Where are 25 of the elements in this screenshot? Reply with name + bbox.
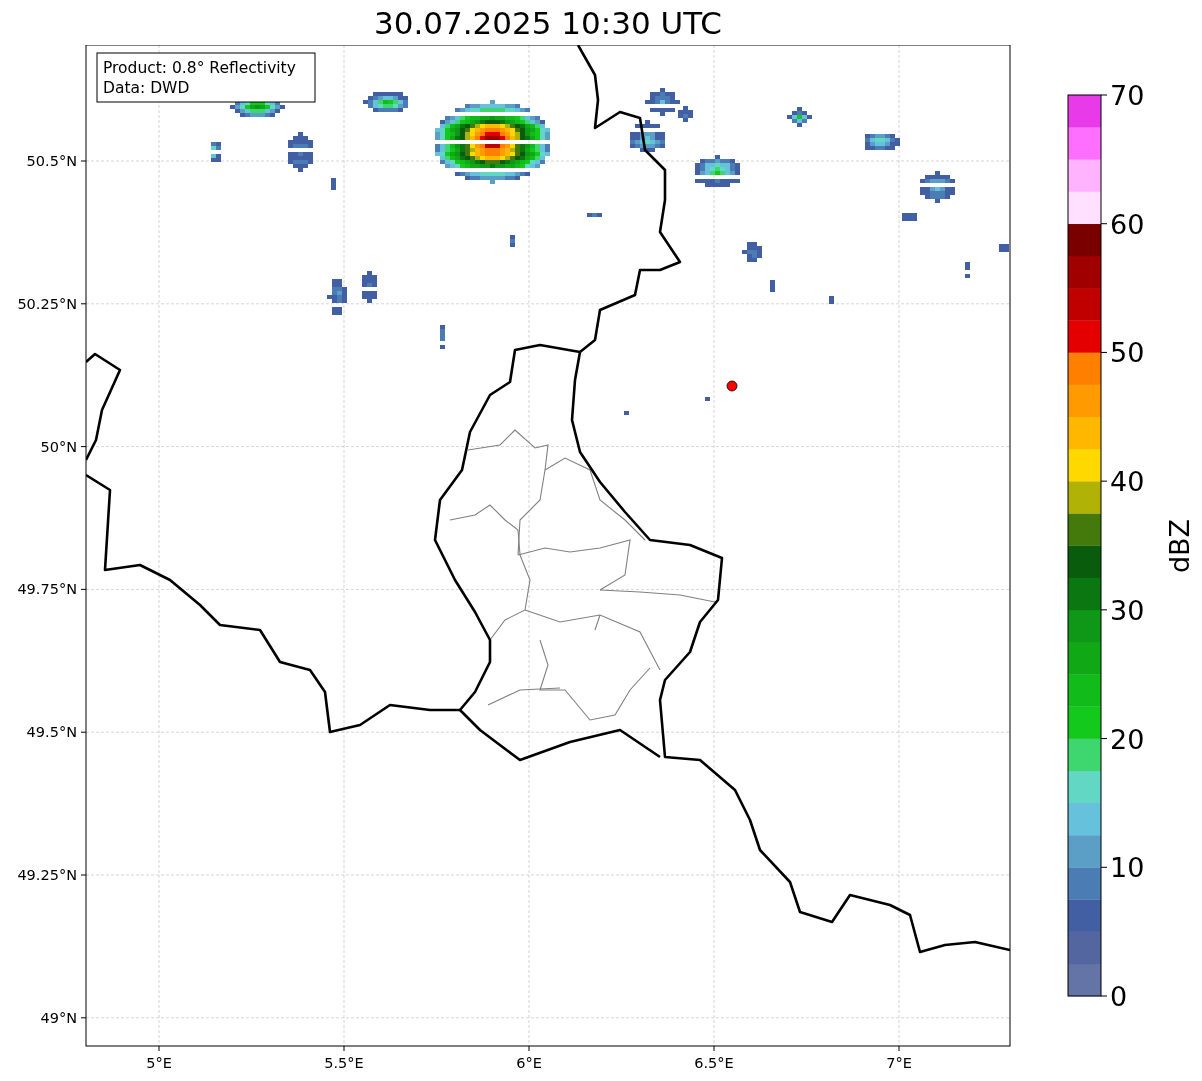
longitude-label: 6.5°E (694, 1055, 734, 1071)
color-bar-tick-label: 20 (1110, 723, 1145, 755)
color-bar-tick-label: 60 (1110, 208, 1145, 240)
location-marker-icon (726, 380, 738, 392)
longitude-label: 6°E (516, 1055, 542, 1071)
color-bar-tick-label: 50 (1110, 337, 1145, 369)
longitude-label: 5°E (146, 1055, 172, 1071)
longitude-label: 7°E (886, 1055, 912, 1071)
latitude-label: 49.25°N (17, 867, 77, 883)
latitude-label: 50.25°N (17, 295, 77, 312)
latitude-label: 50.5°N (26, 153, 77, 169)
color-bar-tick-label: 30 (1110, 594, 1145, 626)
latitude-label: 49.75°N (17, 581, 77, 598)
info-text: Data: DWD (103, 79, 190, 97)
color-bar-tick-label: 40 (1110, 466, 1145, 498)
latitude-label: 49.5°N (26, 724, 77, 741)
latitude-label: 49°N (40, 1009, 77, 1026)
chart-title: 30.07.2025 10:30 UTC (373, 3, 723, 43)
latitude-label: 50°N (40, 438, 77, 455)
color-bar-tick-label: 70 (1110, 80, 1145, 111)
longitude-label: 5.5°E (324, 1055, 364, 1071)
color-bar-tick-label: 0 (1110, 981, 1128, 1012)
color-bar-label: dBZ (1164, 518, 1195, 574)
info-text: Product: 0.8° Reflectivity (103, 59, 296, 77)
color-bar-tick-label: 10 (1110, 852, 1145, 884)
